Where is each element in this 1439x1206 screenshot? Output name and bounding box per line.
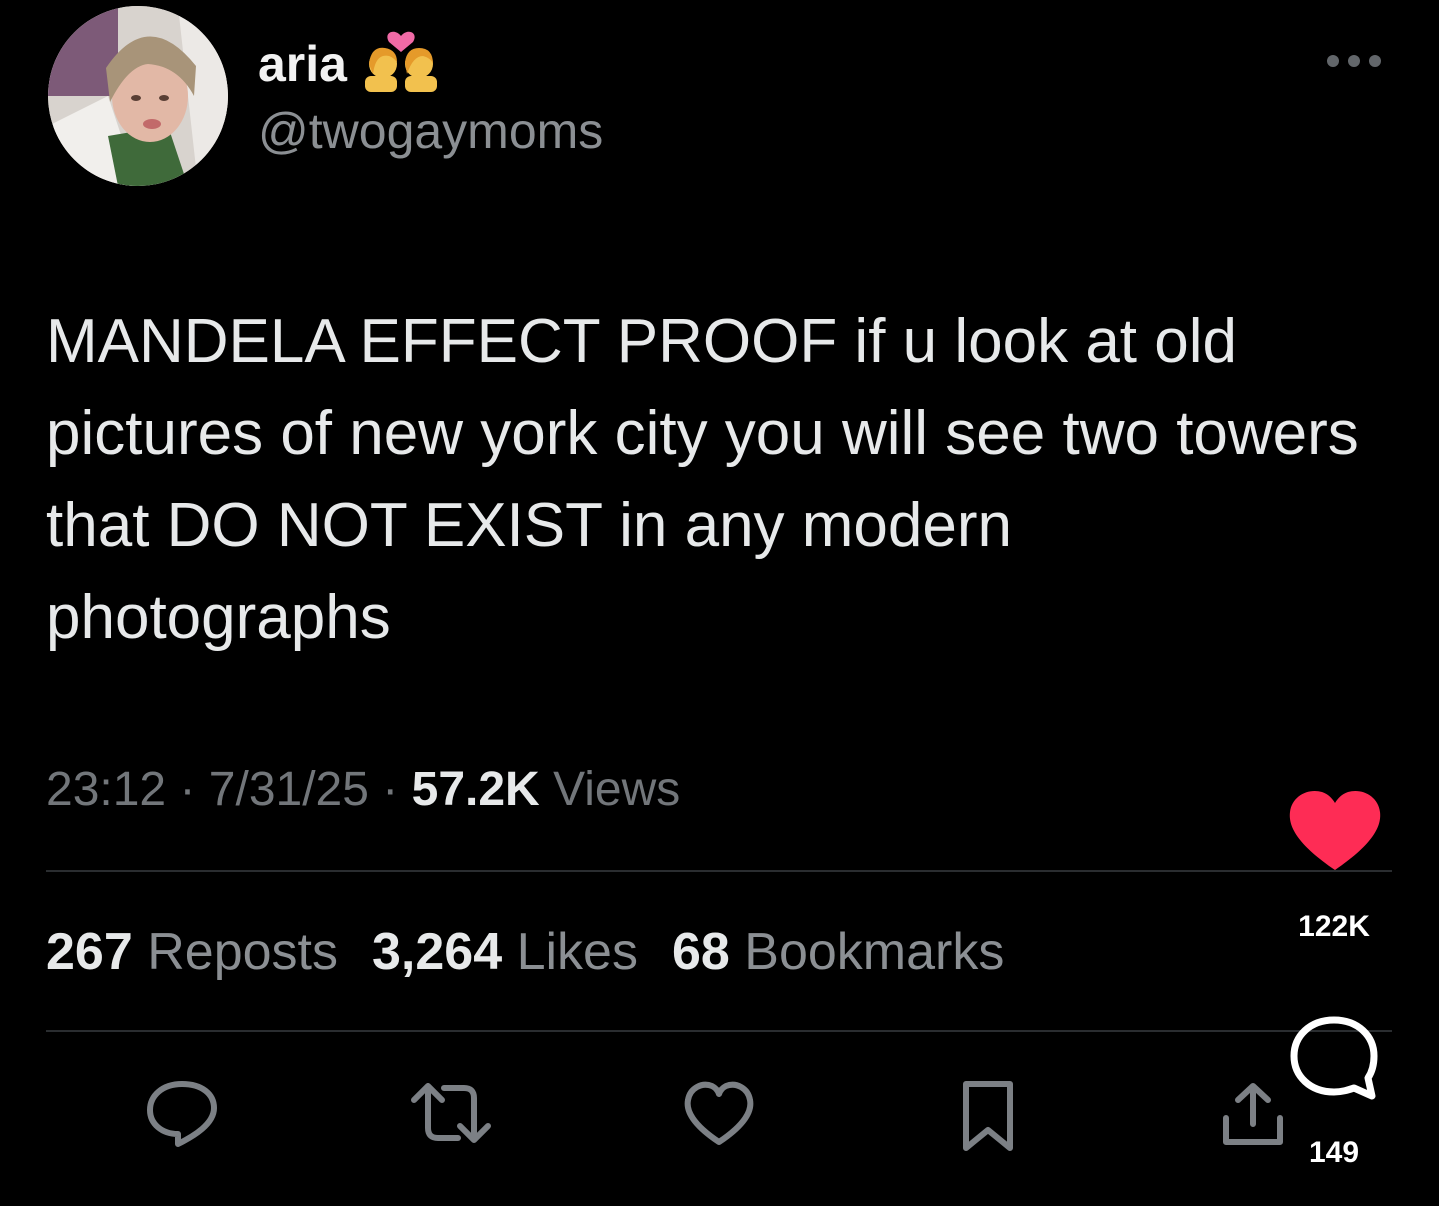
overlay-comment-count: 149 <box>1308 1136 1360 1169</box>
reposts-count: 267 <box>46 923 133 981</box>
tweet-date[interactable]: 7/31/25 <box>209 763 369 816</box>
reply-icon[interactable] <box>144 1078 220 1153</box>
engagement-stats: 267 Reposts 3,264 Likes 68 Bookmarks <box>46 922 1004 982</box>
meta-separator: · <box>382 763 399 816</box>
tweet-time: 23:12 <box>46 763 167 816</box>
bookmarks-label: Bookmarks <box>744 923 1005 981</box>
likes-count: 3,264 <box>371 923 503 981</box>
divider <box>46 1030 1392 1032</box>
overlay-comment-button[interactable] <box>1286 1012 1382 1109</box>
tweet-meta: 23:12 · 7/31/25 · 57.2K Views <box>46 762 680 817</box>
bookmarks-count: 68 <box>671 923 730 981</box>
overlay-like-button[interactable] <box>1286 786 1384 877</box>
likes-label: Likes <box>516 923 638 981</box>
comment-bubble-icon <box>1290 1016 1378 1100</box>
likes-stat[interactable]: 3,264 Likes <box>372 923 638 981</box>
reposts-stat[interactable]: 267 Reposts <box>46 923 338 981</box>
user-handle[interactable]: @twogaymoms <box>258 102 603 160</box>
couple-with-heart-icon <box>361 30 441 97</box>
display-name[interactable]: aria <box>258 35 347 93</box>
views-count: 57.2K <box>411 763 540 816</box>
divider <box>46 870 1392 872</box>
overlay-like-count: 122K <box>1298 910 1370 943</box>
bookmark-icon[interactable] <box>958 1078 1018 1159</box>
avatar-photo <box>48 6 228 186</box>
heart-filled-icon <box>1289 790 1381 870</box>
tweet-text: MANDELA EFFECT PROOF if u look at old pi… <box>46 307 1359 652</box>
like-icon[interactable] <box>682 1078 756 1153</box>
reposts-label: Reposts <box>147 923 338 981</box>
views-label: Views <box>553 763 681 816</box>
more-options-icon[interactable] <box>1326 38 1382 77</box>
bookmarks-stat[interactable]: 68 Bookmarks <box>672 923 1004 981</box>
repost-icon[interactable] <box>408 1078 494 1153</box>
meta-separator: · <box>179 763 196 816</box>
avatar[interactable] <box>48 6 228 186</box>
display-name-row[interactable]: aria <box>258 30 441 97</box>
